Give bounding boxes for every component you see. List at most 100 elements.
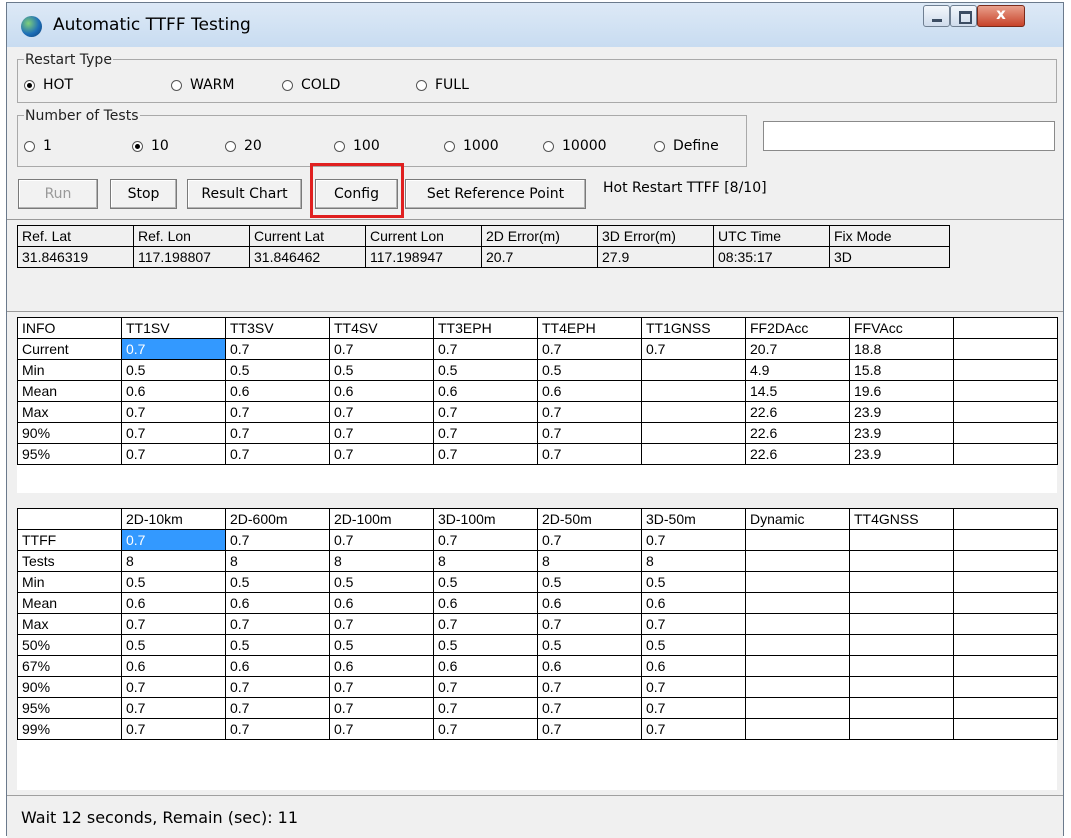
table-cell[interactable]: 0.6 <box>433 380 538 402</box>
table-cell[interactable]: 0.6 <box>537 380 642 402</box>
table-cell[interactable]: 23.9 <box>849 401 954 423</box>
table-cell[interactable]: 0.7 <box>433 676 538 698</box>
table-cell[interactable] <box>745 529 850 551</box>
table-cell[interactable]: 22.6 <box>745 422 850 444</box>
table-cell[interactable]: 0.6 <box>121 655 226 677</box>
table-cell[interactable]: 0.7 <box>433 338 538 360</box>
table-cell[interactable]: 0.6 <box>641 655 746 677</box>
table-cell[interactable]: 23.9 <box>849 422 954 444</box>
table-cell[interactable]: 0.7 <box>121 613 226 635</box>
table-cell[interactable] <box>953 401 1058 423</box>
table-cell[interactable]: 0.7 <box>641 529 746 551</box>
table-cell[interactable]: 0.5 <box>329 634 434 656</box>
table-cell[interactable] <box>849 592 954 614</box>
table-cell[interactable]: 0.5 <box>433 359 538 381</box>
title-bar[interactable]: Automatic TTFF Testing x <box>7 3 1063 47</box>
table-cell[interactable]: 0.7 <box>329 697 434 719</box>
table-cell[interactable]: 0.7 <box>537 422 642 444</box>
radio-tests-10[interactable]: 10 <box>132 138 169 154</box>
table-cell[interactable] <box>953 655 1058 677</box>
table-cell[interactable] <box>849 634 954 656</box>
table-cell[interactable] <box>953 592 1058 614</box>
table-cell[interactable]: 0.7 <box>225 613 330 635</box>
table-cell[interactable] <box>953 422 1058 444</box>
table-cell[interactable]: 0.7 <box>225 718 330 740</box>
table-cell[interactable] <box>745 634 850 656</box>
table-cell[interactable]: 0.7 <box>433 613 538 635</box>
table-cell[interactable]: 15.8 <box>849 359 954 381</box>
table-cell[interactable]: 0.7 <box>641 613 746 635</box>
table-cell[interactable]: 0.6 <box>433 592 538 614</box>
table-cell[interactable]: 0.7 <box>329 338 434 360</box>
table-cell[interactable] <box>745 592 850 614</box>
table-cell[interactable] <box>849 550 954 572</box>
table-cell[interactable]: 0.7 <box>121 718 226 740</box>
table-cell[interactable] <box>745 571 850 593</box>
table-cell[interactable]: 0.7 <box>329 529 434 551</box>
table-cell[interactable]: 0.6 <box>329 655 434 677</box>
table-cell[interactable]: 0.5 <box>329 359 434 381</box>
row-header-cell[interactable]: Max <box>17 401 122 423</box>
table-cell[interactable] <box>745 655 850 677</box>
table-cell[interactable] <box>849 718 954 740</box>
result-chart-button[interactable]: Result Chart <box>187 179 302 209</box>
row-header-cell[interactable]: Tests <box>17 550 122 572</box>
table-cell[interactable]: 0.5 <box>537 634 642 656</box>
table-cell[interactable]: 0.7 <box>537 613 642 635</box>
radio-tests-10000[interactable]: 10000 <box>543 138 607 154</box>
table-cell[interactable]: 0.7 <box>537 529 642 551</box>
table-cell[interactable] <box>745 676 850 698</box>
table-cell[interactable]: 0.5 <box>225 571 330 593</box>
table-cell[interactable]: 8 <box>641 550 746 572</box>
table-cell[interactable]: 0.6 <box>329 380 434 402</box>
table-cell[interactable] <box>953 359 1058 381</box>
table-cell[interactable]: 0.7 <box>641 697 746 719</box>
table-cell[interactable] <box>953 380 1058 402</box>
table-cell[interactable]: 0.5 <box>121 634 226 656</box>
table-cell[interactable]: 0.7 <box>121 338 226 360</box>
table-cell[interactable]: 0.7 <box>225 338 330 360</box>
table-cell[interactable]: 23.9 <box>849 443 954 465</box>
table-cell[interactable]: 0.5 <box>433 571 538 593</box>
info-table[interactable]: INFO TT1SV TT3SV TT4SV TT3EPH TT4EPH TT1GNSS FF… <box>17 317 1058 465</box>
table-cell[interactable] <box>953 338 1058 360</box>
table-cell[interactable]: 0.5 <box>641 571 746 593</box>
table-cell[interactable] <box>953 676 1058 698</box>
table-cell[interactable]: 8 <box>537 550 642 572</box>
minimize-button[interactable] <box>923 5 950 27</box>
table-cell[interactable]: 0.7 <box>433 443 538 465</box>
table-cell[interactable]: 0.7 <box>537 401 642 423</box>
row-header-cell[interactable]: 50% <box>17 634 122 656</box>
table-cell[interactable]: 0.6 <box>329 592 434 614</box>
row-header-cell[interactable]: Min <box>17 571 122 593</box>
row-header-cell[interactable]: 95% <box>17 443 122 465</box>
table-cell[interactable] <box>641 380 746 402</box>
table-cell[interactable] <box>849 571 954 593</box>
table-cell[interactable]: 0.7 <box>225 697 330 719</box>
table-cell[interactable]: 0.7 <box>641 338 746 360</box>
row-header-cell[interactable]: Max <box>17 613 122 635</box>
table-cell[interactable]: 0.6 <box>537 655 642 677</box>
table-cell[interactable]: 22.6 <box>745 401 850 423</box>
radio-tests-1[interactable]: 1 <box>24 138 52 154</box>
stop-button[interactable]: Stop <box>110 179 177 209</box>
table-cell[interactable]: 8 <box>121 550 226 572</box>
table-cell[interactable]: 0.5 <box>641 634 746 656</box>
table-cell[interactable]: 0.7 <box>433 718 538 740</box>
radio-tests-100[interactable]: 100 <box>334 138 380 154</box>
table-cell[interactable]: 0.7 <box>329 401 434 423</box>
table-cell[interactable]: 18.8 <box>849 338 954 360</box>
table-cell[interactable]: 0.7 <box>537 718 642 740</box>
table-cell[interactable]: 0.7 <box>433 401 538 423</box>
row-header-cell[interactable]: 95% <box>17 697 122 719</box>
table-cell[interactable]: 8 <box>225 550 330 572</box>
table-cell[interactable]: 0.7 <box>121 676 226 698</box>
table-cell[interactable]: 0.7 <box>433 697 538 719</box>
row-header-cell[interactable]: Mean <box>17 592 122 614</box>
table-cell[interactable] <box>849 697 954 719</box>
table-cell[interactable]: 0.7 <box>641 718 746 740</box>
radio-tests-define[interactable]: Define <box>654 138 719 154</box>
table-cell[interactable]: 0.7 <box>225 443 330 465</box>
table-cell[interactable] <box>953 550 1058 572</box>
table-cell[interactable]: 0.6 <box>121 380 226 402</box>
